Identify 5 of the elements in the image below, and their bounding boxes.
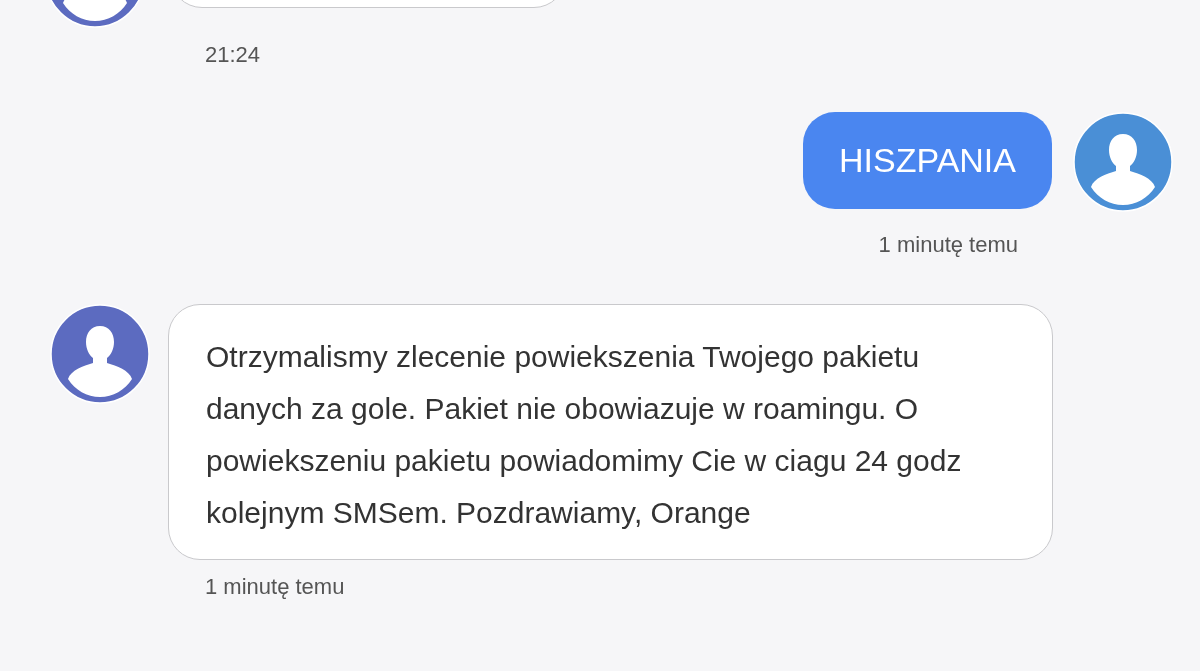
message-time: 1 minutę temu [204,574,346,600]
message-time: 1 minutę temu [878,232,1018,258]
message-time: 21:24 [204,42,262,68]
message-bubble: Otrzymalismy zlecenie powiekszenia Twojego pakietu danych za gole. Pakiet nie obowiazuje w roamingu. O powiekszeniu pakietu powiadomimy Cie w ciagu 24 godz kolejnym SMSem. Pozdrawiamy, Orange [168,304,1053,560]
message-bubble: HISZPANIA [803,112,1052,209]
